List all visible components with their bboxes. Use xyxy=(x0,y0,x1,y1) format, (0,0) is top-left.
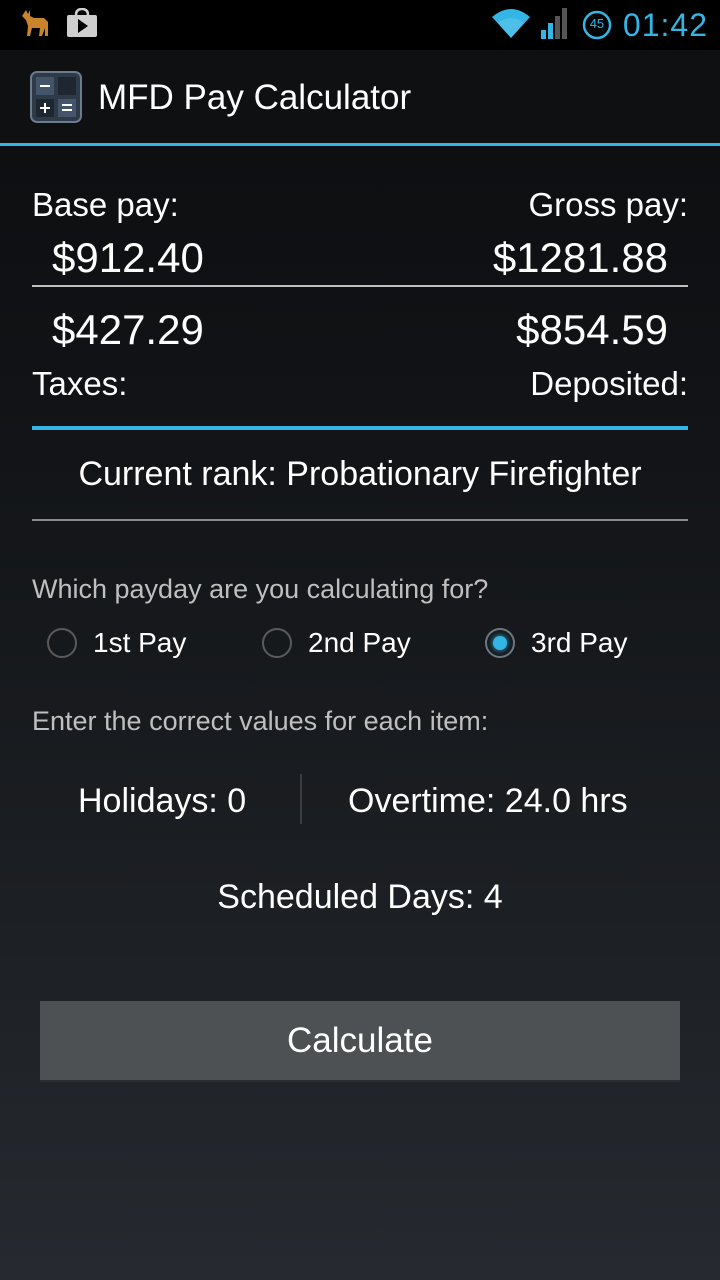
summary-bottom-divider xyxy=(32,426,688,430)
radio-button-icon[interactable] xyxy=(47,628,77,658)
current-rank-selector[interactable]: Current rank: Probationary Firefighter xyxy=(32,455,688,494)
action-bar-divider xyxy=(0,143,720,146)
radio-label: 2nd Pay xyxy=(308,627,411,658)
instructions-text: Enter the correct values for each item: xyxy=(32,706,489,736)
play-store-icon xyxy=(66,7,98,43)
base-pay-value: $912.40 xyxy=(52,234,204,281)
cell-signal-icon xyxy=(540,6,571,45)
scheduled-days-selector[interactable]: Scheduled Days: 4 xyxy=(0,878,720,917)
deer-notification-icon xyxy=(18,8,52,43)
battery-icon: 45 xyxy=(581,9,613,41)
summary-divider xyxy=(32,285,688,287)
wifi-icon xyxy=(491,7,531,44)
status-bar: 45 01:42 xyxy=(0,0,720,50)
calculator-app-icon[interactable] xyxy=(30,71,82,123)
calculate-button[interactable]: Calculate xyxy=(40,1001,680,1080)
items-divider xyxy=(300,774,302,824)
base-pay-label: Base pay: xyxy=(32,186,179,223)
taxes-label: Taxes: xyxy=(32,365,128,402)
gross-pay-value: $1281.88 xyxy=(492,234,668,281)
taxes-value: $427.29 xyxy=(52,306,204,353)
rank-divider xyxy=(32,519,688,521)
radio-button-icon[interactable] xyxy=(262,628,292,658)
deposited-value: $854.59 xyxy=(516,306,668,353)
radio-3rd-pay[interactable]: 3rd Pay xyxy=(485,620,628,666)
radio-2nd-pay[interactable]: 2nd Pay xyxy=(262,620,411,666)
radio-1st-pay[interactable]: 1st Pay xyxy=(47,620,186,666)
clock: 01:42 xyxy=(622,6,708,43)
deposited-label: Deposited: xyxy=(530,365,688,402)
app-title: MFD Pay Calculator xyxy=(98,78,412,117)
radio-button-checked-icon[interactable] xyxy=(485,628,515,658)
overtime-selector[interactable]: Overtime: 24.0 hrs xyxy=(348,782,628,821)
gross-pay-label: Gross pay: xyxy=(528,186,688,223)
battery-level: 45 xyxy=(589,16,605,31)
radio-label: 1st Pay xyxy=(93,627,187,658)
radio-label: 3rd Pay xyxy=(531,627,628,658)
holidays-selector[interactable]: Holidays: 0 xyxy=(78,782,246,821)
payday-question: Which payday are you calculating for? xyxy=(32,574,489,604)
